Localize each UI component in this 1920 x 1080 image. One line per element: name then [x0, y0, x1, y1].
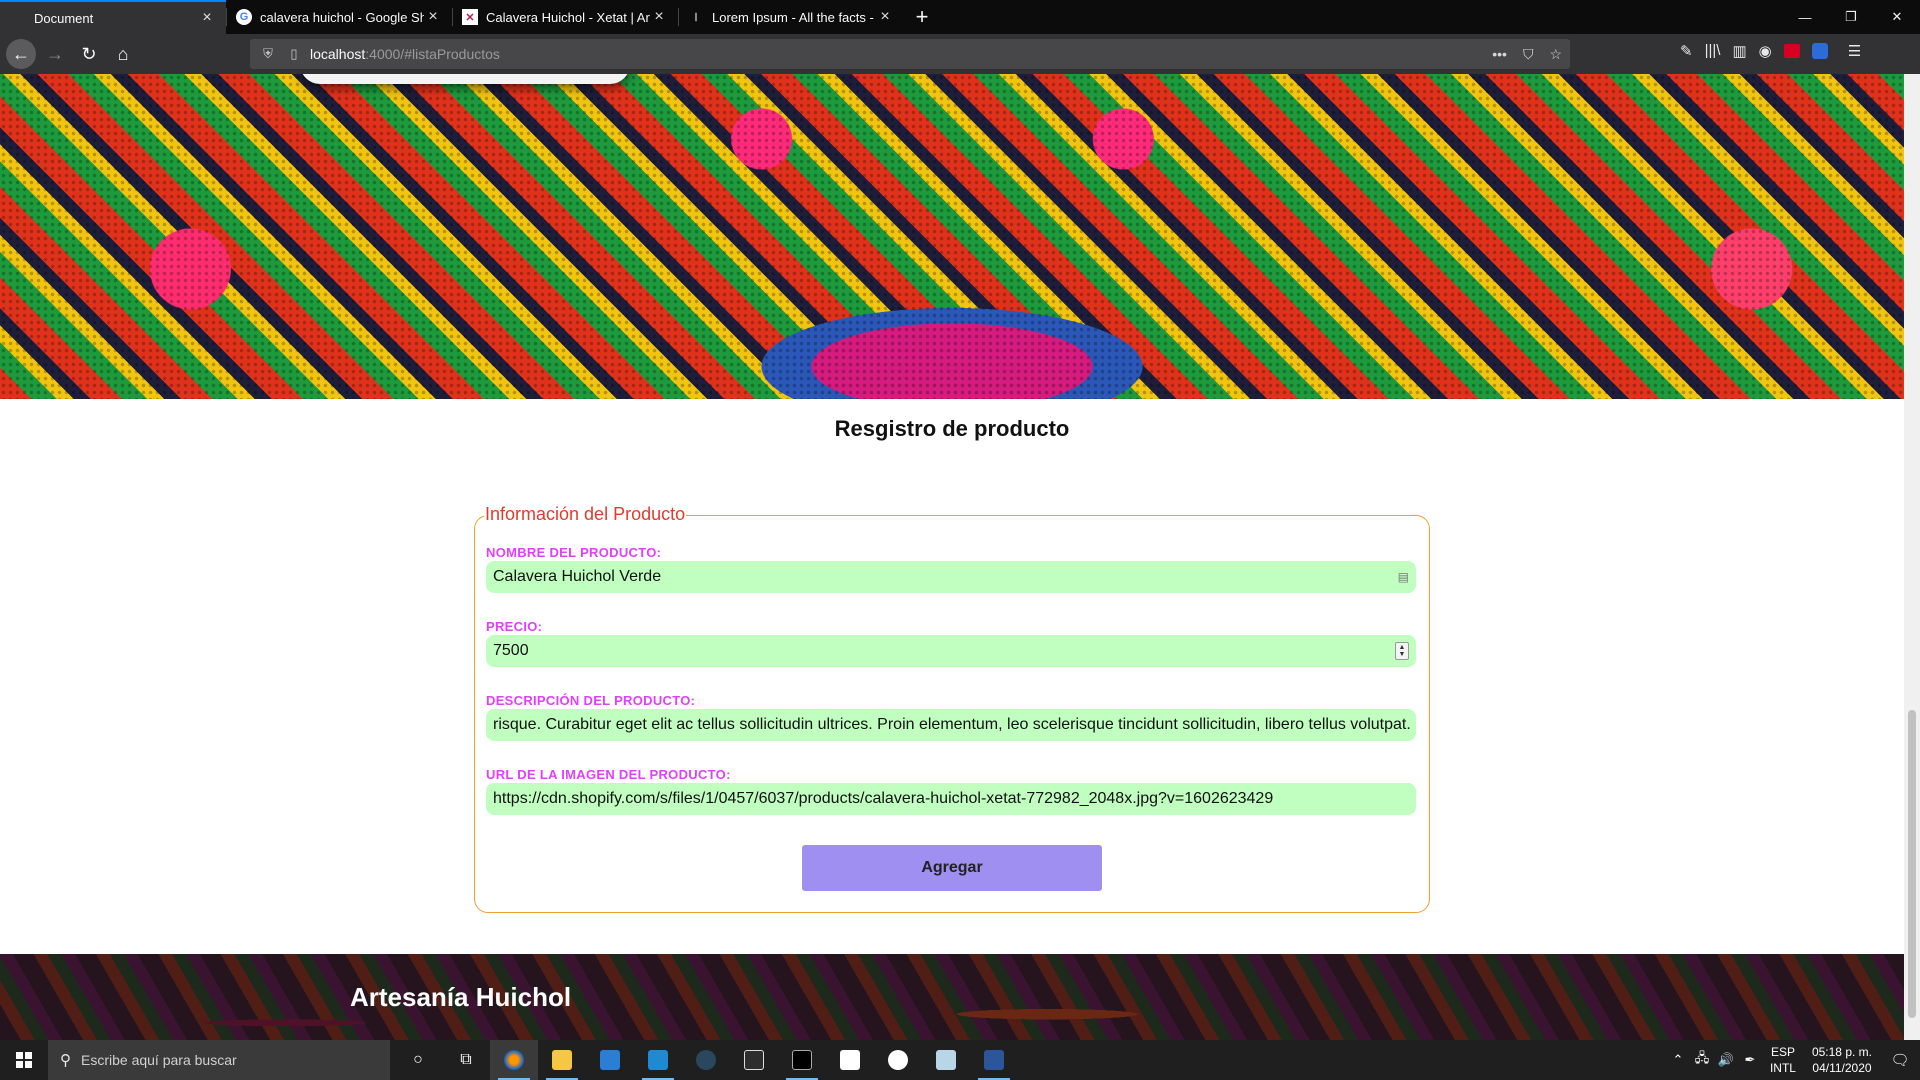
back-button[interactable]: ← [6, 39, 36, 69]
huichol-banner-image [0, 74, 1904, 399]
lipsum-icon: Ⅰ [694, 11, 698, 24]
app-icon[interactable] [874, 1040, 922, 1080]
description-value: risque. Curabitur eget elit ac tellus so… [493, 716, 1411, 733]
system-tray: ⌃ 🖧 🔊 ✒ ESP INTL 05:18 p. m. 04/11/2020 … [1666, 1040, 1920, 1080]
image-url-input[interactable]: https://cdn.shopify.com/s/files/1/0457/6… [486, 783, 1416, 815]
language-bottom: INTL [1769, 1061, 1796, 1075]
windows-taskbar: ⚲ Escribe aquí para buscar ○ ⧉ ⌃ 🖧 🔊 ✒ E… [0, 1040, 1920, 1080]
volume-icon[interactable]: 🔊 [1714, 1052, 1738, 1068]
tracking-shield-icon[interactable]: ⛨ [258, 46, 278, 62]
product-name-input[interactable]: Calavera Huichol Verde ▤ [486, 561, 1416, 593]
close-tab-icon[interactable]: × [876, 8, 894, 26]
extension-red-icon[interactable] [1783, 44, 1800, 58]
price-input[interactable]: 7500 ▲ ▼ [486, 635, 1416, 667]
extension-blue-icon[interactable] [1811, 43, 1828, 59]
pen-icon[interactable]: ✒ [1738, 1052, 1762, 1068]
address-bar[interactable]: ⛨ ▯ localhost :4000/#listaProductos ••• … [250, 39, 1570, 69]
close-tab-icon[interactable]: × [198, 9, 216, 27]
image-url-value: https://cdn.shopify.com/s/files/1/0457/6… [493, 790, 1274, 807]
page-scrollbar[interactable] [1904, 74, 1920, 1040]
terminal-icon[interactable] [778, 1040, 826, 1080]
bookmark-star-icon[interactable]: ☆ [1549, 46, 1562, 63]
network-icon[interactable]: 🖧 [1690, 1049, 1714, 1071]
library-icon[interactable]: |||\ [1705, 42, 1721, 60]
clock[interactable]: 05:18 p. m. 04/11/2020 [1804, 1044, 1880, 1076]
window-controls: — ❐ ✕ [1782, 0, 1920, 34]
browser-tab-strip: Document × G calavera huichol - Google S… [0, 0, 1920, 34]
autofill-icon[interactable]: ▤ [1398, 570, 1409, 584]
taskbar-search-placeholder: Escribe aquí para buscar [81, 1052, 237, 1068]
windows-logo-icon [16, 1052, 32, 1068]
reload-button[interactable]: ↻ [74, 39, 104, 69]
tab-title: calavera huichol - Google Shop [260, 9, 424, 25]
language-top: ESP [1770, 1045, 1795, 1059]
tab-title: Document [34, 10, 94, 26]
pocket-icon[interactable]: ⛉ [1523, 46, 1534, 63]
notification-icon[interactable]: 🗨 [1880, 1051, 1920, 1069]
mail-icon[interactable] [586, 1040, 634, 1080]
steam-icon[interactable] [682, 1040, 730, 1080]
footer: Artesanía Huichol [0, 954, 1904, 1040]
tab-title: Lorem Ipsum - All the facts - Li [712, 9, 876, 25]
scrollbar-thumb[interactable] [1908, 710, 1916, 1018]
document-icon [10, 10, 26, 26]
start-button[interactable] [0, 1040, 48, 1080]
google-icon: G [236, 9, 252, 25]
close-tab-icon[interactable]: × [424, 8, 442, 26]
tray-chevron-icon[interactable]: ⌃ [1666, 1052, 1690, 1068]
home-button[interactable]: ⌂ [108, 39, 138, 69]
toolbar-icons: ✎ |||\ ▥ ◉ ☰ [1680, 42, 1861, 60]
new-tab-button[interactable]: + [904, 0, 940, 34]
fieldset-legend: Información del Producto [484, 504, 687, 525]
minimize-button[interactable]: — [1782, 0, 1828, 34]
page-viewport[interactable]: Resgistro de producto Información del Pr… [0, 74, 1904, 1040]
footer-title: Artesanía Huichol [350, 982, 572, 1012]
sidebar-icon[interactable]: ▥ [1732, 42, 1746, 60]
clock-date: 04/11/2020 [1812, 1061, 1872, 1075]
tab-document[interactable]: Document × [0, 0, 226, 34]
description-input[interactable]: risque. Curabitur eget elit ac tellus so… [486, 709, 1416, 741]
tab-google-shopping[interactable]: G calavera huichol - Google Shop × [226, 0, 452, 34]
page-title: Resgistro de producto [834, 416, 1070, 441]
url-path: :4000/#listaProductos [365, 46, 500, 62]
image-url-label: URL DE LA IMAGEN DEL PRODUCTO: [486, 767, 731, 782]
taskbar-apps: ○ ⧉ [394, 1040, 1018, 1080]
tab-lorem-ipsum[interactable]: Ⅰ Lorem Ipsum - All the facts - Li × [678, 0, 904, 34]
clock-time: 05:18 p. m. [1811, 1045, 1872, 1059]
tools-icon[interactable]: ✎ [1680, 42, 1693, 60]
navigation-toolbar: ← → ↻ ⌂ ⛨ ▯ localhost :4000/#listaProduc… [0, 34, 1920, 74]
price-value: 7500 [493, 642, 529, 659]
epic-games-icon[interactable] [730, 1040, 778, 1080]
header-shadow [300, 74, 630, 84]
tab-title: Calavera Huichol - Xetat | Arte [486, 9, 650, 25]
word-icon[interactable] [970, 1040, 1018, 1080]
paper-icon[interactable] [922, 1040, 970, 1080]
price-label: PRECIO: [486, 619, 543, 634]
file-explorer-icon[interactable] [538, 1040, 586, 1080]
close-tab-icon[interactable]: × [650, 8, 668, 26]
account-icon[interactable]: ◉ [1759, 42, 1772, 60]
cortana-icon[interactable]: ○ [394, 1040, 442, 1080]
task-view-icon[interactable]: ⧉ [442, 1040, 490, 1080]
tab-xetat[interactable]: ✕ Calavera Huichol - Xetat | Arte × [452, 0, 678, 34]
product-name-value: Calavera Huichol Verde [493, 568, 662, 585]
search-icon: ⚲ [60, 1052, 71, 1069]
taskbar-search[interactable]: ⚲ Escribe aquí para buscar [48, 1040, 390, 1080]
nodejs-icon[interactable] [826, 1040, 874, 1080]
description-label: DESCRIPCIÓN DEL PRODUCTO: [486, 693, 696, 708]
menu-icon[interactable]: ☰ [1848, 42, 1861, 60]
product-name-label: NOMBRE DEL PRODUCTO: [486, 545, 662, 560]
page-actions-icon[interactable]: ••• [1492, 46, 1507, 63]
language-indicator[interactable]: ESP INTL [1762, 1044, 1804, 1076]
firefox-icon[interactable] [490, 1040, 538, 1080]
forward-button[interactable]: → [40, 39, 70, 69]
close-window-button[interactable]: ✕ [1874, 0, 1920, 34]
xetat-icon: ✕ [462, 9, 478, 25]
vscode-icon[interactable] [634, 1040, 682, 1080]
page-info-icon[interactable]: ▯ [284, 46, 304, 62]
number-spinner[interactable]: ▲ ▼ [1395, 642, 1409, 660]
add-product-button[interactable]: Agregar [802, 845, 1102, 891]
url-host: localhost [310, 46, 366, 62]
restore-button[interactable]: ❐ [1828, 0, 1874, 34]
